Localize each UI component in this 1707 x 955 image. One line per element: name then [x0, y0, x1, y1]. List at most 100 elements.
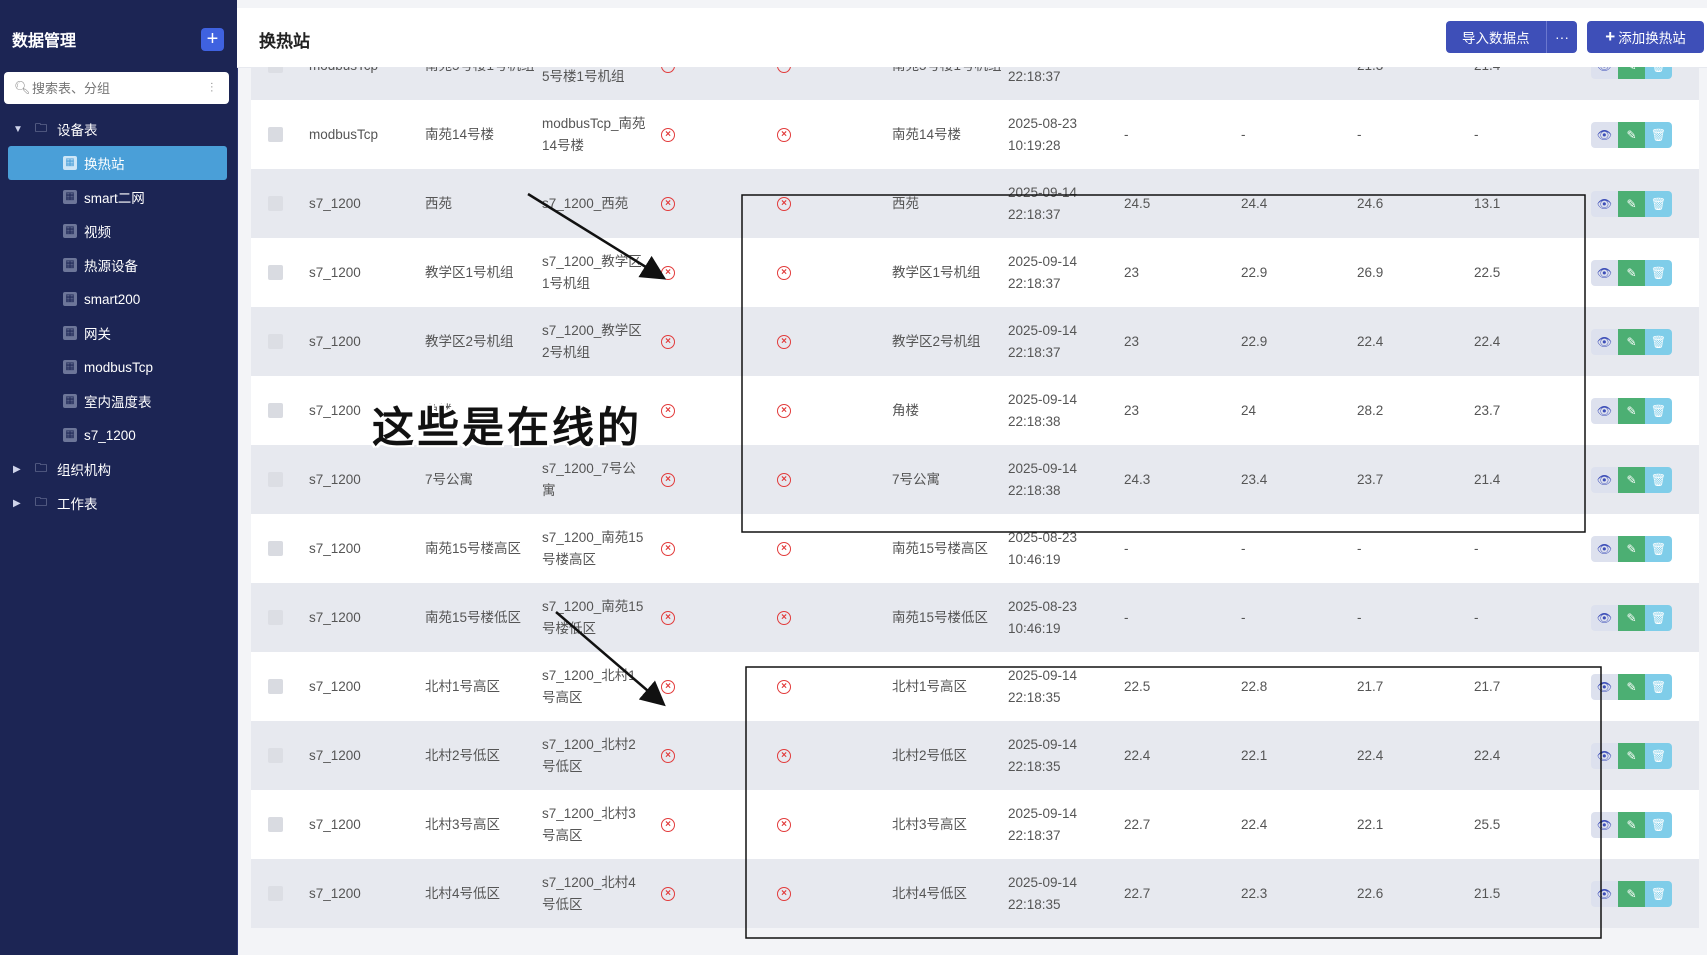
offline-status-icon: × — [777, 265, 791, 280]
add-station-button[interactable]: + 添加换热站 — [1587, 21, 1704, 53]
caret-right-icon[interactable]: ▶ — [13, 464, 27, 475]
caret-down-icon[interactable]: ▼ — [13, 124, 27, 135]
cell-value-4: - — [1474, 126, 1479, 142]
time-clock: 22:18:37 — [1008, 827, 1061, 843]
delete-icon[interactable]: 🗑 — [1645, 397, 1672, 424]
cell-actions: 👁✎🗑 — [1591, 169, 1681, 238]
cell-status-2: × — [774, 445, 794, 514]
delete-icon[interactable]: 🗑 — [1645, 259, 1672, 286]
delete-icon[interactable]: 🗑 — [1645, 121, 1672, 148]
table-row[interactable]: s7_1200 7号公寓 s7_1200_7号公寓 × × 7号公寓 2025-09-14 2… — [251, 445, 1699, 514]
edit-icon[interactable]: ✎ — [1618, 742, 1645, 769]
cell-area: 北村3号高区 — [892, 816, 968, 832]
view-icon[interactable]: 👁 — [1591, 328, 1618, 355]
view-icon[interactable]: 👁 — [1591, 190, 1618, 217]
delete-icon[interactable]: 🗑 — [1645, 67, 1672, 79]
row-checkbox[interactable] — [268, 610, 283, 625]
delete-icon[interactable]: 🗑 — [1645, 190, 1672, 217]
checkbox-cell — [268, 376, 283, 445]
tree-item[interactable]: ▦ 视频 — [0, 214, 237, 248]
cell-value-3: - — [1357, 540, 1362, 556]
table-row[interactable]: s7_1200 北村3号高区 s7_1200_北村3号高区 × × 北村3号高区 2025-… — [251, 790, 1699, 859]
row-checkbox[interactable] — [268, 886, 283, 901]
edit-icon[interactable]: ✎ — [1618, 880, 1645, 907]
view-icon[interactable]: 👁 — [1591, 673, 1618, 700]
table-row[interactable]: s7_1200 南苑15号楼低区 s7_1200_南苑15号楼低区 × × 南苑15号楼低… — [251, 583, 1699, 652]
view-icon[interactable]: 👁 — [1591, 811, 1618, 838]
caret-right-icon[interactable]: ▶ — [13, 498, 27, 509]
edit-icon[interactable]: ✎ — [1618, 466, 1645, 493]
offline-status-icon: × — [777, 334, 791, 349]
edit-icon[interactable]: ✎ — [1618, 259, 1645, 286]
row-checkbox[interactable] — [268, 541, 283, 556]
offline-status-icon: × — [777, 541, 791, 556]
delete-icon[interactable]: 🗑 — [1645, 742, 1672, 769]
delete-icon[interactable]: 🗑 — [1645, 328, 1672, 355]
delete-icon[interactable]: 🗑 — [1645, 466, 1672, 493]
view-icon[interactable]: 👁 — [1591, 397, 1618, 424]
delete-icon[interactable]: 🗑 — [1645, 880, 1672, 907]
time-date: 2025-09-14 — [1008, 736, 1078, 752]
sidebar-search[interactable]: 🔍︎ ⫶ — [4, 72, 229, 104]
table-row[interactable]: s7_1200 北村2号低区 s7_1200_北村2号低区 × × 北村2号低区 2025-… — [251, 721, 1699, 790]
table-row[interactable]: modbusTcp南苑5号楼1号机组modbusTcp_南苑5号楼1号机组××南… — [251, 67, 1699, 100]
tree-item[interactable]: ▦ 热源设备 — [0, 248, 237, 282]
table-row[interactable]: s7_1200 西苑 s7_1200_西苑 × × 西苑 2025-09-14 22:18:3… — [251, 169, 1699, 238]
tree-item[interactable]: ▦ 室内温度表 — [0, 384, 237, 418]
view-icon[interactable]: 👁 — [1591, 259, 1618, 286]
table-row[interactable]: s7_1200 北村1号高区 s7_1200_北村1号高区 × × 北村1号高区 2025-… — [251, 652, 1699, 721]
row-checkbox[interactable] — [268, 265, 283, 280]
row-checkbox[interactable] — [268, 403, 283, 418]
edit-icon[interactable]: ✎ — [1618, 604, 1645, 631]
view-icon[interactable]: 👁 — [1591, 466, 1618, 493]
edit-icon[interactable]: ✎ — [1618, 673, 1645, 700]
tree-item[interactable]: ▦ 网关 — [0, 316, 237, 350]
delete-icon[interactable]: 🗑 — [1645, 811, 1672, 838]
delete-icon[interactable]: 🗑 — [1645, 535, 1672, 562]
edit-icon[interactable]: ✎ — [1618, 328, 1645, 355]
delete-icon[interactable]: 🗑 — [1645, 673, 1672, 700]
row-checkbox[interactable] — [268, 748, 283, 763]
tree-item-label: smart200 — [84, 291, 141, 307]
row-checkbox[interactable] — [268, 472, 283, 487]
filter-icon[interactable]: ⫶ — [210, 80, 221, 96]
tree-item[interactable]: ▦ smart二网 — [0, 180, 237, 214]
tree-item[interactable]: ▦ s7_1200 — [0, 418, 237, 452]
view-icon[interactable]: 👁 — [1591, 121, 1618, 148]
edit-icon[interactable]: ✎ — [1618, 811, 1645, 838]
view-icon[interactable]: 👁 — [1591, 535, 1618, 562]
row-checkbox[interactable] — [268, 67, 283, 73]
search-icon: 🔍︎ — [14, 80, 31, 95]
table-row[interactable]: s7_1200 北村4号低区 s7_1200_北村4号低区 × × 北村4号低区 2025-… — [251, 859, 1699, 928]
tree-group[interactable]: ▶ 🗀 工作表 — [0, 486, 237, 520]
edit-icon[interactable]: ✎ — [1618, 121, 1645, 148]
view-icon[interactable]: 👁 — [1591, 604, 1618, 631]
view-icon[interactable]: 👁 — [1591, 880, 1618, 907]
tree-item[interactable]: ▦ modbusTcp — [0, 350, 237, 384]
tree-item[interactable]: ▦ 换热站 — [8, 146, 227, 180]
search-input[interactable] — [28, 79, 210, 97]
row-checkbox[interactable] — [268, 679, 283, 694]
view-icon[interactable]: 👁 — [1591, 742, 1618, 769]
tree-item[interactable]: ▦ smart200 — [0, 282, 237, 316]
row-checkbox[interactable] — [268, 817, 283, 832]
tree-group[interactable]: ▼ 🗀 设备表 — [0, 112, 237, 146]
table-row[interactable]: s7_1200 南苑15号楼高区 s7_1200_南苑15号楼高区 × × 南苑15号楼高… — [251, 514, 1699, 583]
table-row[interactable]: s7_1200 教学区1号机组 s7_1200_教学区1号机组 × × 教学区1号机组 20… — [251, 238, 1699, 307]
table-row[interactable]: s7_1200 教学区2号机组 s7_1200_教学区2号机组 × × 教学区2号机组 20… — [251, 307, 1699, 376]
time-clock: 10:46:19 — [1008, 551, 1061, 567]
table-row[interactable]: modbusTcp 南苑14号楼 modbusTcp_南苑14号楼 × × 南苑14号楼 2… — [251, 100, 1699, 169]
view-icon[interactable]: 👁 — [1591, 67, 1618, 79]
edit-icon[interactable]: ✎ — [1618, 535, 1645, 562]
more-menu-button[interactable]: ··· — [1546, 21, 1577, 53]
import-data-points-button[interactable]: 导入数据点 ··· — [1446, 21, 1577, 53]
row-checkbox[interactable] — [268, 334, 283, 349]
edit-icon[interactable]: ✎ — [1618, 67, 1645, 79]
edit-icon[interactable]: ✎ — [1618, 190, 1645, 217]
add-table-button[interactable]: + — [201, 28, 224, 51]
delete-icon[interactable]: 🗑 — [1645, 604, 1672, 631]
row-checkbox[interactable] — [268, 127, 283, 142]
row-checkbox[interactable] — [268, 196, 283, 211]
edit-icon[interactable]: ✎ — [1618, 397, 1645, 424]
tree-group[interactable]: ▶ 🗀 组织机构 — [0, 452, 237, 486]
